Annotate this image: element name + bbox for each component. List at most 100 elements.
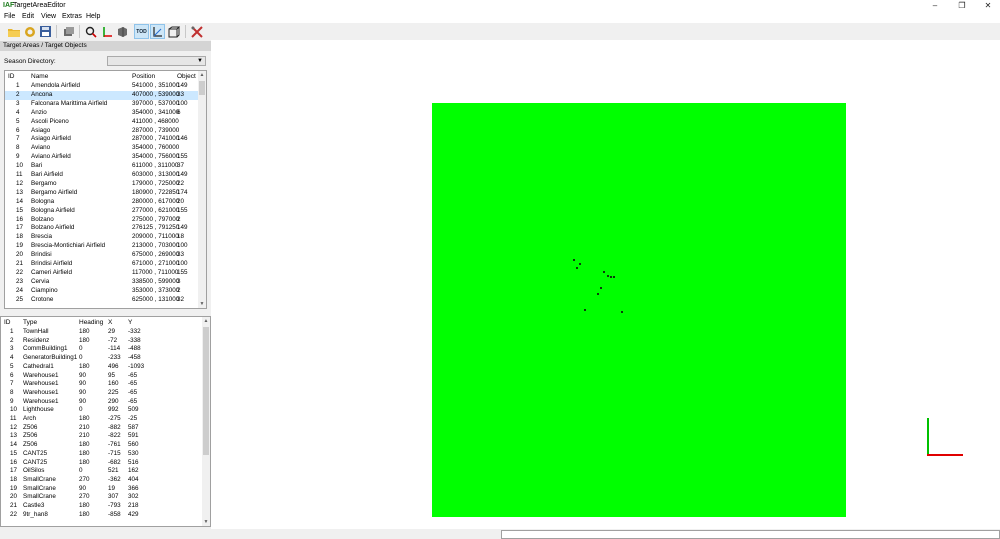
menu-edit[interactable]: Edit (22, 13, 34, 20)
map-object-marker[interactable] (621, 311, 623, 313)
menu-file[interactable]: File (4, 13, 15, 20)
map-object-marker[interactable] (573, 259, 575, 261)
scroll-down-icon[interactable]: ▼ (198, 300, 206, 308)
save-button[interactable] (38, 24, 53, 39)
layers-button[interactable] (60, 24, 75, 39)
target-object-row[interactable]: 12 Z506 210 -882 587 (1, 424, 210, 433)
target-object-row[interactable]: 9 Warehouse1 90 290 -65 (1, 398, 210, 407)
column-id[interactable]: ID (4, 319, 11, 326)
axis-corner-button[interactable] (150, 24, 165, 39)
object-button[interactable] (115, 24, 130, 39)
scroll-thumb[interactable] (199, 81, 205, 95)
target-area-row[interactable]: 16 Bolzano 275000 , 797000 2 (5, 216, 206, 225)
maximize-button[interactable]: ❐ (949, 0, 975, 12)
target-area-row[interactable]: 13 Bergamo Airfield 180900 , 722850 174 (5, 189, 206, 198)
target-area-row[interactable]: 4 Anzio 354000 , 341000 6 (5, 109, 206, 118)
close-button[interactable]: ✕ (975, 0, 1000, 12)
target-area-row[interactable]: 6 Asiago 287000 , 739000 (5, 127, 206, 136)
target-object-row[interactable]: 14 Z506 180 -761 560 (1, 441, 210, 450)
menu-extras[interactable]: Extras (62, 13, 82, 20)
target-object-row[interactable]: 6 Warehouse1 90 95 -65 (1, 372, 210, 381)
column-type[interactable]: Type (23, 319, 37, 326)
map-object-marker[interactable] (579, 263, 581, 265)
menu-help[interactable]: Help (86, 13, 100, 20)
map-object-marker[interactable] (607, 275, 609, 277)
zoom-area-button[interactable] (83, 24, 98, 39)
map-canvas[interactable] (432, 103, 846, 517)
target-object-row[interactable]: 18 SmallCrane 270 -362 404 (1, 476, 210, 485)
column-object[interactable]: Object (177, 73, 196, 80)
map-object-marker[interactable] (610, 276, 612, 278)
tools-button[interactable] (189, 24, 204, 39)
target-area-row[interactable]: 21 Brindisi Airfield 671000 , 271000 100 (5, 260, 206, 269)
target-object-row[interactable]: 21 Castle3 180 -793 218 (1, 502, 210, 511)
scroll-thumb[interactable] (203, 327, 209, 455)
target-object-row[interactable]: 3 CommBuilding1 0 -114 -488 (1, 345, 210, 354)
target-area-row[interactable]: 23 Cervia 338500 , 599000 3 (5, 278, 206, 287)
target-object-row[interactable]: 15 CANT25 180 -715 530 (1, 450, 210, 459)
target-area-row[interactable]: 8 Aviano 354000 , 760000 (5, 144, 206, 153)
target-object-row[interactable]: 1 TownHall 180 29 -332 (1, 328, 210, 337)
column-position[interactable]: Position (132, 73, 155, 80)
target-object-row[interactable]: 20 SmallCrane 270 307 302 (1, 493, 210, 502)
target-areas-list[interactable]: ID Name Position Object 1 Amendola Airfie… (4, 70, 207, 309)
target-object-row[interactable]: 4 GeneratorBuilding1 0 -233 -458 (1, 354, 210, 363)
target-area-row[interactable]: 20 Brindisi 675000 , 269000 33 (5, 251, 206, 260)
target-area-row[interactable]: 11 Bari Airfield 603000 , 313000 149 (5, 171, 206, 180)
target-area-row[interactable]: 17 Bolzano Airfield 276125 , 791250 149 (5, 224, 206, 233)
area-object-count: 100 (177, 260, 188, 267)
column-y[interactable]: Y (128, 319, 132, 326)
cube-button[interactable] (166, 24, 181, 39)
target-area-row[interactable]: 25 Crotone 625000 , 131000 32 (5, 296, 206, 305)
target-objects-list[interactable]: ID Type Heading X Y 1 TownHall 180 29 -332 2 R… (0, 316, 211, 527)
map-object-marker[interactable] (597, 293, 599, 295)
target-area-row[interactable]: 7 Asiago Airfield 287000 , 741000 146 (5, 135, 206, 144)
map-object-marker[interactable] (603, 271, 605, 273)
target-area-row[interactable]: 19 Brescia-Montichiari Airfield 213000 , 7… (5, 242, 206, 251)
target-object-row[interactable]: 2 Residenz 180 -72 -338 (1, 337, 210, 346)
target-object-row[interactable]: 22 9tr_han8 180 -858 429 (1, 511, 210, 520)
target-object-row[interactable]: 13 Z506 210 -822 591 (1, 432, 210, 441)
season-directory-select[interactable]: ▼ (107, 56, 206, 66)
map-object-marker[interactable] (613, 276, 615, 278)
target-objects-scrollbar[interactable]: ▲ ▼ (202, 317, 210, 526)
target-object-row[interactable]: 19 SmallCrane 90 19 366 (1, 485, 210, 494)
column-id[interactable]: ID (8, 73, 15, 80)
map-object-marker[interactable] (576, 267, 578, 269)
menu-view[interactable]: View (41, 13, 56, 20)
target-area-row[interactable]: 3 Falconara Marittima Airfield 397000 , 53… (5, 100, 206, 109)
column-name[interactable]: Name (31, 73, 48, 80)
minimize-button[interactable]: – (922, 0, 948, 12)
target-object-row[interactable]: 10 Lighthouse 0 992 509 (1, 406, 210, 415)
target-area-row[interactable]: 14 Bologna 280000 , 617000 20 (5, 198, 206, 207)
target-areas-scrollbar[interactable]: ▲ ▼ (198, 71, 206, 308)
column-heading[interactable]: Heading (79, 319, 103, 326)
scroll-up-icon[interactable]: ▲ (198, 71, 206, 79)
map-object-marker[interactable] (584, 309, 586, 311)
target-area-row[interactable]: 5 Ascoli Piceno 411000 , 468000 (5, 118, 206, 127)
target-object-row[interactable]: 16 CANT25 180 -682 516 (1, 459, 210, 468)
target-object-row[interactable]: 17 OilSilos 0 521 162 (1, 467, 210, 476)
target-area-row[interactable]: 15 Bologna Airfield 277000 , 621000 155 (5, 207, 206, 216)
target-area-row[interactable]: 22 Cameri Airfield 117000 , 711000 155 (5, 269, 206, 278)
target-area-row[interactable]: 9 Aviano Airfield 354000 , 756000 155 (5, 153, 206, 162)
area-name: Amendola Airfield (31, 82, 81, 89)
target-area-row[interactable]: 2 Ancona 407000 , 539000 33 (5, 90, 206, 100)
scroll-down-icon[interactable]: ▼ (202, 518, 210, 526)
target-object-row[interactable]: 8 Warehouse1 90 225 -65 (1, 389, 210, 398)
scroll-up-icon[interactable]: ▲ (202, 317, 210, 325)
target-area-row[interactable]: 24 Ciampino 353000 , 373000 2 (5, 287, 206, 296)
target-object-row[interactable]: 7 Warehouse1 90 160 -65 (1, 380, 210, 389)
target-area-row[interactable]: 12 Bergamo 179000 , 725000 22 (5, 180, 206, 189)
reload-button[interactable] (22, 24, 37, 39)
map-object-marker[interactable] (600, 287, 602, 289)
axis-button[interactable] (99, 24, 114, 39)
target-area-row[interactable]: 10 Bari 611000 , 311000 37 (5, 162, 206, 171)
target-object-row[interactable]: 5 Cathedral1 180 496 -1093 (1, 363, 210, 372)
target-area-row[interactable]: 18 Brescia 209000 , 711000 18 (5, 233, 206, 242)
column-x[interactable]: X (108, 319, 112, 326)
open-button[interactable] (6, 24, 21, 39)
target-object-row[interactable]: 11 Arch 180 -275 -25 (1, 415, 210, 424)
target-area-row[interactable]: 1 Amendola Airfield 541000 , 351000 149 (5, 82, 206, 91)
tod-button[interactable]: TOD (134, 24, 149, 39)
